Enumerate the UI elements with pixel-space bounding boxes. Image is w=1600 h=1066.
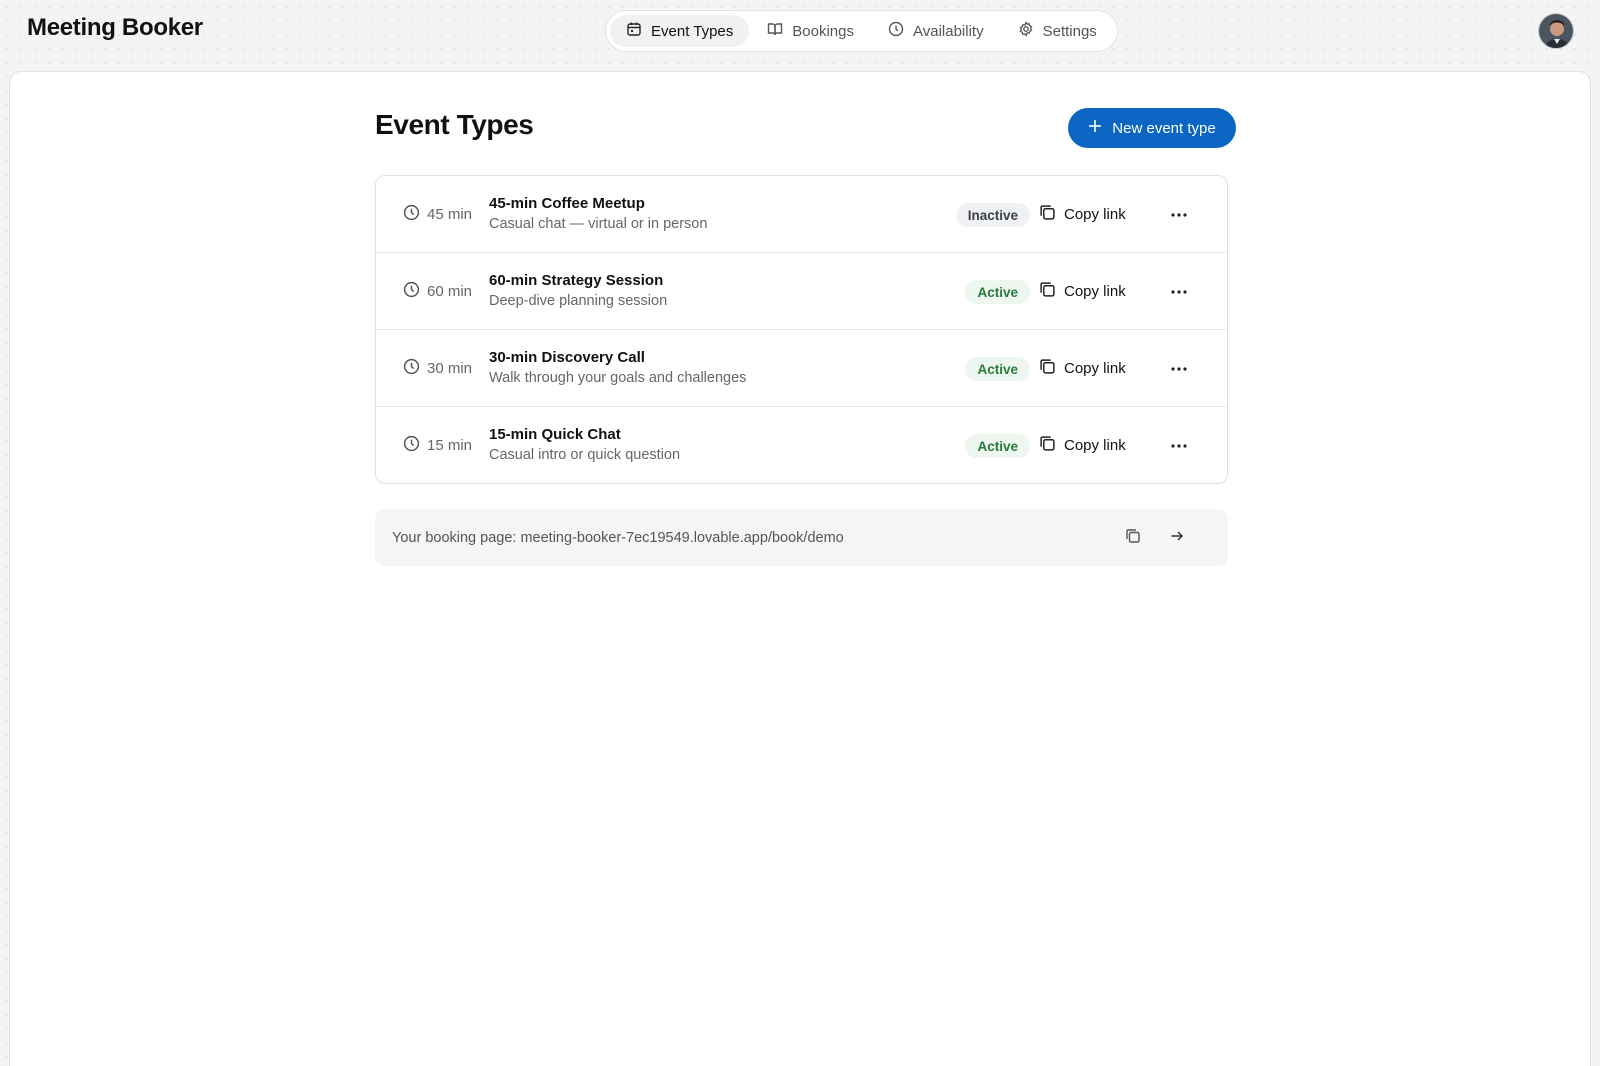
top-bar: Meeting Booker Event Types Bookings Avai… xyxy=(0,0,1600,64)
nav-label: Event Types xyxy=(651,22,734,40)
duration: 15 min xyxy=(403,407,472,483)
booking-page-text: Your booking page: meeting-booker-7ec195… xyxy=(392,529,844,546)
nav-label: Settings xyxy=(1042,22,1097,40)
nav-item-availability[interactable]: Availability xyxy=(872,15,1000,47)
duration-label: 30 min xyxy=(427,359,473,377)
more-options-button[interactable] xyxy=(1169,204,1189,224)
calendar-icon xyxy=(626,21,642,41)
nav-label: Availability xyxy=(913,22,984,40)
copy-link-label: Copy link xyxy=(1064,359,1126,377)
copy-link-button[interactable]: Copy link xyxy=(1039,253,1126,329)
copy-link-label: Copy link xyxy=(1064,205,1126,223)
event-title: 45-min Coffee Meetup xyxy=(489,195,645,212)
copy-link-label: Copy link xyxy=(1064,282,1126,300)
event-types-list: 45 min 45-min Coffee Meetup Casual chat … xyxy=(375,175,1228,484)
new-event-type-button[interactable]: New event type xyxy=(1068,108,1236,148)
duration: 60 min xyxy=(403,253,472,329)
clock-icon xyxy=(403,204,420,225)
status-badge: Inactive xyxy=(955,203,1030,227)
status-badge: Active xyxy=(965,280,1030,304)
event-info: 15-min Quick Chat Casual intro or quick … xyxy=(489,425,680,465)
clock-icon xyxy=(888,21,904,41)
more-options-button[interactable] xyxy=(1169,435,1189,455)
more-horizontal-icon xyxy=(1170,436,1188,454)
event-description: Deep-dive planning session xyxy=(489,293,668,309)
event-row[interactable]: 60 min 60-min Strategy Session Deep-dive… xyxy=(376,253,1227,330)
copy-icon xyxy=(1039,358,1056,379)
nav-label: Bookings xyxy=(792,22,854,40)
copy-link-button[interactable]: Copy link xyxy=(1039,176,1126,252)
event-description: Casual chat — virtual or in person xyxy=(489,216,708,232)
copy-icon xyxy=(1039,281,1056,302)
clock-icon xyxy=(403,435,420,456)
clock-icon xyxy=(403,281,420,302)
booking-page-bar: Your booking page: meeting-booker-7ec195… xyxy=(375,509,1228,566)
copy-booking-link-button[interactable] xyxy=(1123,528,1143,548)
duration: 30 min xyxy=(403,330,472,406)
event-info: 60-min Strategy Session Deep-dive planni… xyxy=(489,271,667,311)
app-title: Meeting Booker xyxy=(27,14,203,41)
gear-icon xyxy=(1018,21,1034,41)
more-options-button[interactable] xyxy=(1169,281,1189,301)
more-horizontal-icon xyxy=(1170,205,1188,223)
nav-item-bookings[interactable]: Bookings xyxy=(751,15,870,47)
duration-label: 15 min xyxy=(427,436,473,454)
nav-item-settings[interactable]: Settings xyxy=(1002,15,1113,47)
new-event-type-label: New event type xyxy=(1112,119,1216,137)
avatar[interactable] xyxy=(1538,13,1574,49)
copy-icon xyxy=(1125,528,1141,549)
event-info: 30-min Discovery Call Walk through your … xyxy=(489,348,746,388)
event-row[interactable]: 15 min 15-min Quick Chat Casual intro or… xyxy=(376,407,1227,483)
event-description: Casual intro or quick question xyxy=(489,447,681,463)
copy-icon xyxy=(1039,435,1056,456)
more-options-button[interactable] xyxy=(1169,358,1189,378)
copy-icon xyxy=(1039,204,1056,225)
copy-link-label: Copy link xyxy=(1064,436,1126,454)
event-row[interactable]: 45 min 45-min Coffee Meetup Casual chat … xyxy=(376,176,1227,253)
nav-item-event-types[interactable]: Event Types xyxy=(610,15,750,47)
duration-label: 60 min xyxy=(427,282,473,300)
more-horizontal-icon xyxy=(1170,359,1188,377)
event-title: 30-min Discovery Call xyxy=(489,349,645,366)
clock-icon xyxy=(403,358,420,379)
duration-label: 45 min xyxy=(427,205,473,223)
copy-link-button[interactable]: Copy link xyxy=(1039,407,1126,483)
book-icon xyxy=(767,21,783,41)
status-badge: Active xyxy=(965,357,1030,381)
main-nav: Event Types Bookings Availability Settin… xyxy=(605,10,1118,52)
event-title: 15-min Quick Chat xyxy=(489,426,621,443)
main-panel: Event Types New event type 45 min 45-min… xyxy=(9,71,1591,1066)
arrow-right-icon xyxy=(1169,528,1185,549)
page-title: Event Types xyxy=(375,109,534,140)
open-booking-page-button[interactable] xyxy=(1167,528,1187,548)
copy-link-button[interactable]: Copy link xyxy=(1039,330,1126,406)
plus-icon xyxy=(1088,119,1102,137)
duration: 45 min xyxy=(403,176,472,252)
event-description: Walk through your goals and challenges xyxy=(489,370,747,386)
event-info: 45-min Coffee Meetup Casual chat — virtu… xyxy=(489,194,707,234)
status-badge: Active xyxy=(965,434,1030,458)
event-row[interactable]: 30 min 30-min Discovery Call Walk throug… xyxy=(376,330,1227,407)
event-title: 60-min Strategy Session xyxy=(489,272,664,289)
more-horizontal-icon xyxy=(1170,282,1188,300)
